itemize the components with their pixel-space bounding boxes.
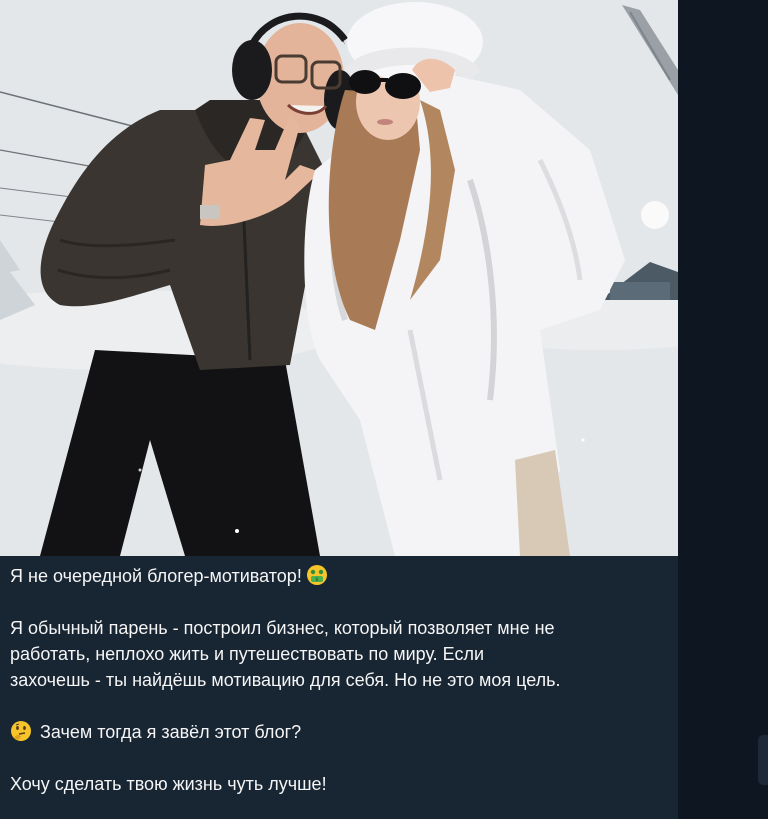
caption-text: Я не очередной блогер-мотиватор! xyxy=(10,566,302,586)
caption-line: Хочу сделать твою жизнь чуть лучше! xyxy=(10,774,327,794)
caption-line: Я не очередной блогер-мотиватор! $ xyxy=(10,563,670,589)
post-caption: Я не очередной блогер-мотиватор! $ Я обы… xyxy=(10,563,670,797)
svg-text:$: $ xyxy=(315,577,318,583)
chat-background-right xyxy=(678,0,768,819)
scrollbar-thumb[interactable] xyxy=(758,735,768,785)
telegram-window: Я не очередной блогер-мотиватор! $ Я обы… xyxy=(0,0,768,819)
thinking-face-icon xyxy=(11,721,31,741)
caption-line: работать, неплохо жить и путешествовать … xyxy=(10,644,485,664)
photo-image xyxy=(0,0,678,556)
caption-line: захочешь - ты найдёшь мотивацию для себя… xyxy=(10,670,561,690)
money-mouth-face-icon: $ xyxy=(306,565,327,585)
caption-line: Я обычный парень - построил бизнес, кото… xyxy=(10,618,555,638)
caption-text: Зачем тогда я завёл этот блог? xyxy=(40,722,302,742)
caption-line: Зачем тогда я завёл этот блог? xyxy=(10,719,670,745)
post-photo[interactable] xyxy=(0,0,678,556)
channel-post: Я не очередной блогер-мотиватор! $ Я обы… xyxy=(0,0,678,819)
